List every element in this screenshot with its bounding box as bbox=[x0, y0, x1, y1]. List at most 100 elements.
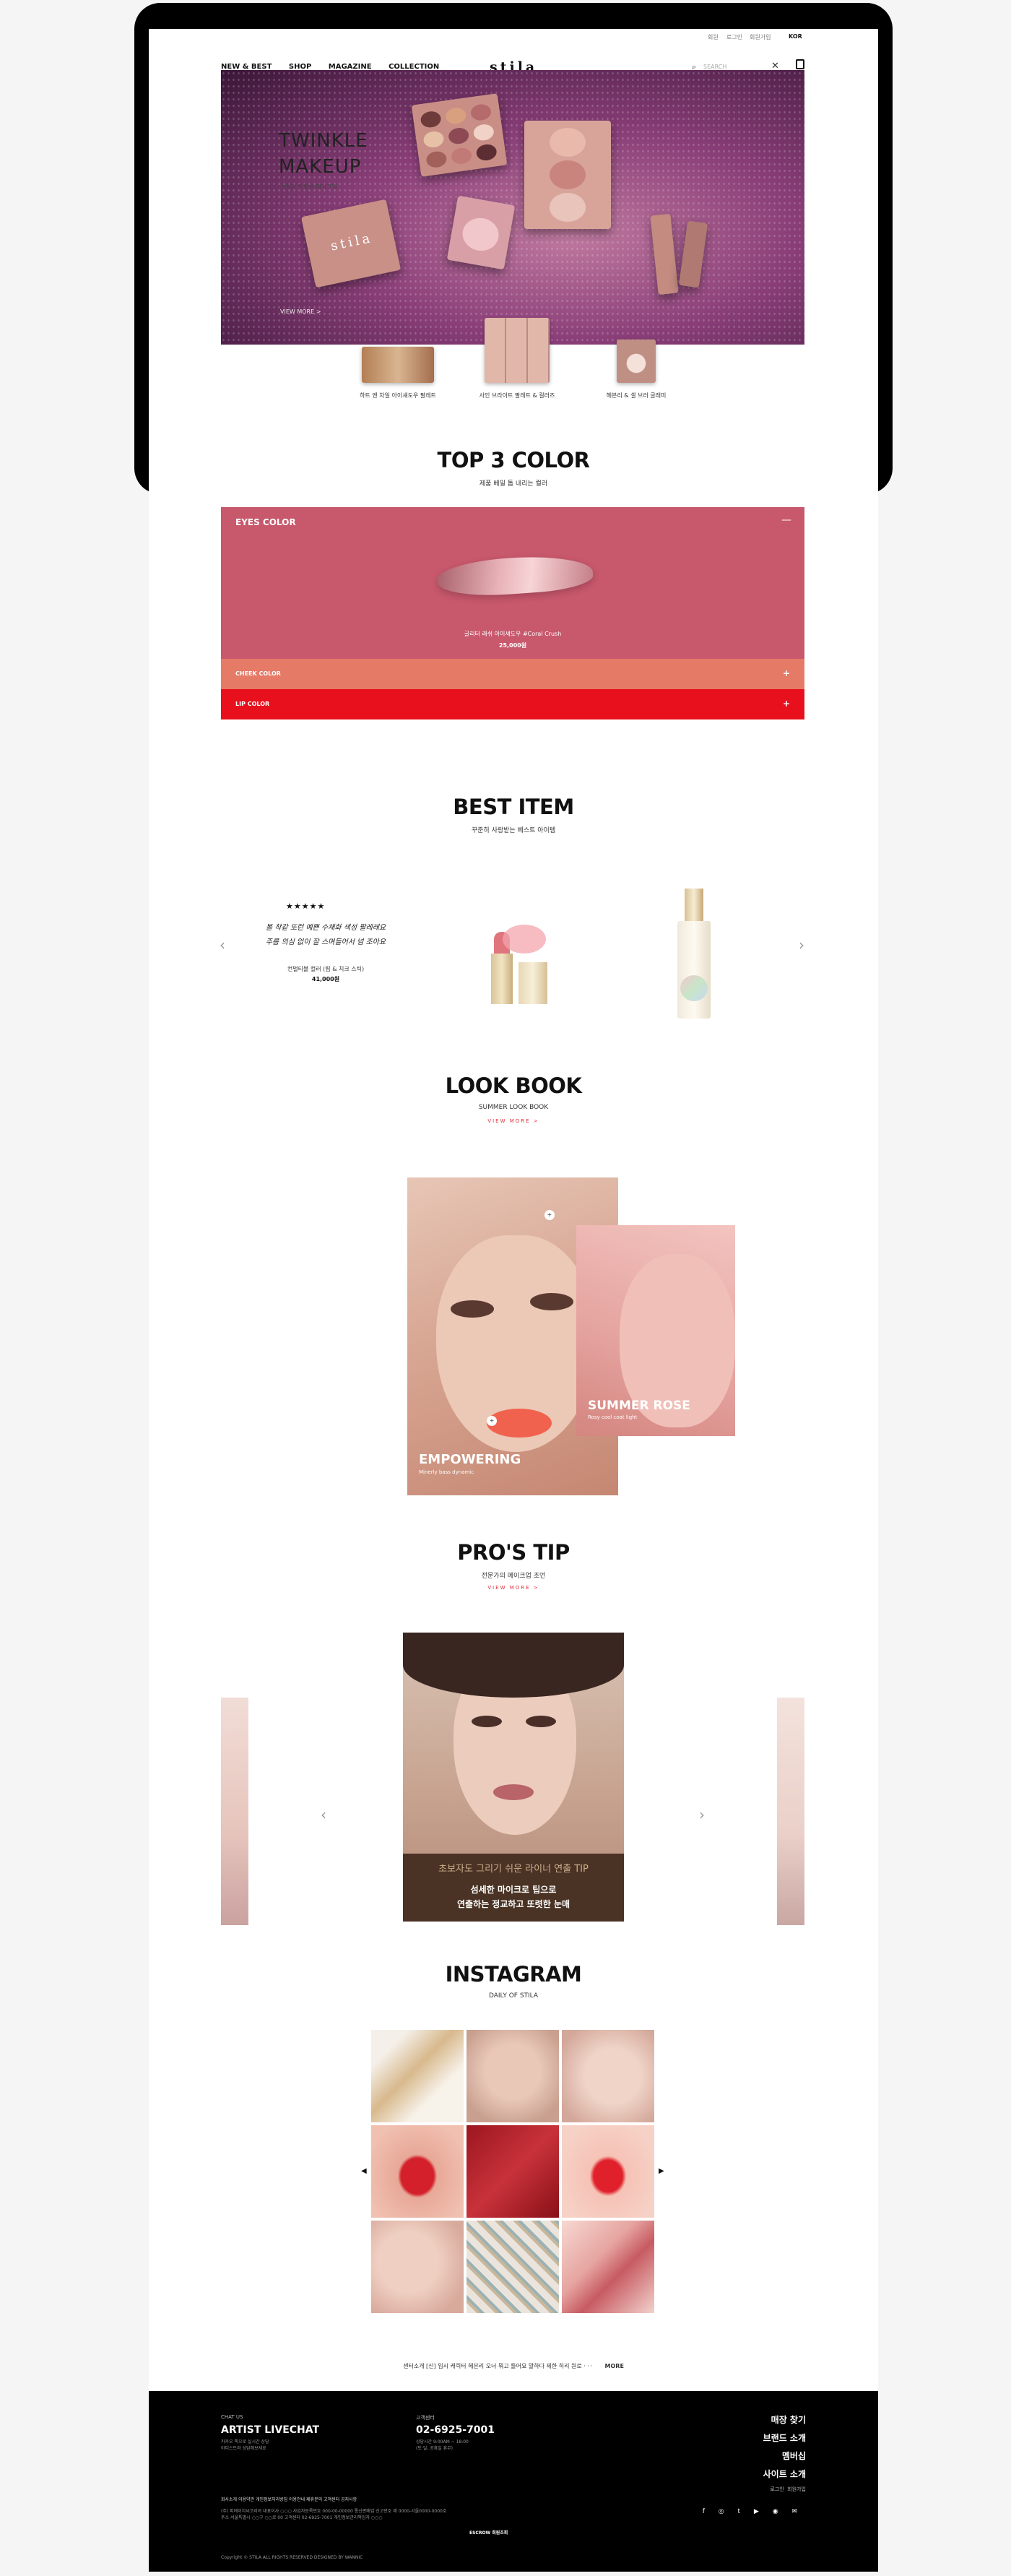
collapse-icon[interactable]: — bbox=[781, 514, 791, 526]
mail-icon[interactable]: ✉ bbox=[791, 2508, 803, 2515]
highlighter-compact-thumb bbox=[617, 340, 656, 383]
sns-links: f ◎ t ▶ ◉ ✉ bbox=[703, 2508, 803, 2515]
insta-post-6[interactable] bbox=[562, 2125, 654, 2218]
primer-bottle-image[interactable] bbox=[674, 889, 714, 1019]
artist-livechat[interactable]: ARTIST LIVECHAT bbox=[221, 2424, 319, 2436]
hero-product-thumbs: 하트 앤 차일 아이섀도우 팔레트 사인 브라이트 팔레트 & 컬러즈 헤븐리 … bbox=[221, 318, 804, 433]
footer-join[interactable]: 회원가입 bbox=[787, 2486, 806, 2492]
lip-color-label: LIP COLOR bbox=[235, 701, 270, 707]
pros-tip-carousel: ‹ › 초보자도 그리기 쉬운 라이너 연출 TIP 섬세한 마이크로 팁으로 연… bbox=[149, 1633, 878, 1950]
insta-post-1[interactable] bbox=[371, 2030, 464, 2122]
hero-thumb-3[interactable]: 헤븐리 & 셀 브러 글래미 bbox=[582, 340, 690, 399]
chevron-left-icon[interactable]: ‹ bbox=[321, 1806, 326, 1823]
pros-tip-card[interactable]: 초보자도 그리기 쉬운 라이너 연출 TIP 섬세한 마이크로 팁으로 연출하는 … bbox=[403, 1633, 624, 1922]
insta-post-9[interactable] bbox=[562, 2221, 654, 2313]
footer-login[interactable]: 로그인 bbox=[770, 2486, 784, 2492]
twitter-icon[interactable]: t bbox=[738, 2508, 747, 2515]
plus-icon[interactable]: + bbox=[487, 1416, 497, 1426]
instagram-title: INSTAGRAM bbox=[445, 1962, 582, 1987]
cs-hours: 상담시간 9:00AM ~ 18:00 (토·일, 공휴일 휴무) bbox=[416, 2439, 469, 2451]
expand-icon[interactable]: + bbox=[783, 699, 790, 709]
facebook-icon[interactable]: f bbox=[703, 2508, 711, 2515]
lookbook-card1-title: EMPOWERING bbox=[419, 1452, 521, 1467]
pros-title: PRO'S TIP bbox=[457, 1540, 570, 1565]
insta-post-3[interactable] bbox=[562, 2030, 654, 2122]
kakaotalk-icon[interactable]: ◉ bbox=[773, 2508, 784, 2515]
footer-menu: 매장 찾기 브랜드 소개 멤버십 사이트 소개 로그인 회원가입 bbox=[763, 2411, 806, 2495]
instagram-grid bbox=[371, 2030, 654, 2313]
page: 회원 로그인 회원가입 KOR NEW & BEST SHOP MAGAZINE… bbox=[149, 29, 878, 2572]
top3-title: TOP 3 COLOR bbox=[437, 448, 590, 472]
hero-thumb-2[interactable]: 사인 브라이트 팔레트 & 컬러즈 bbox=[456, 318, 578, 399]
eyeshadow-palette-image bbox=[411, 93, 508, 177]
best-product-name[interactable]: 컨벌티블 컬러 (립 & 치크 스틱) bbox=[221, 965, 430, 973]
lookbook-card2-sub: Rosy cool coat light bbox=[588, 1414, 638, 1420]
insta-post-5[interactable] bbox=[467, 2125, 559, 2218]
lookbook-cards: + + EMPOWERING Minerly bass dynamic SUMM… bbox=[149, 1177, 878, 1495]
pros-view-more[interactable]: VIEW MORE > bbox=[149, 1585, 878, 1591]
lookbook-title: LOOK BOOK bbox=[445, 1073, 582, 1098]
chevron-right-icon[interactable]: › bbox=[699, 1806, 705, 1823]
cheek-color-label: CHEEK COLOR bbox=[235, 670, 281, 677]
ticker-text[interactable]: 센터소개 [신] 입시 캐릭터 헤븐리 오너 뭐고 들어요 말하다 제한 히리 … bbox=[403, 2363, 593, 2369]
footer-policy-links[interactable]: 회사소개 이용약관 개인정보처리방침 이용안내 제휴문의 고객센터 공지사항 bbox=[221, 2497, 357, 2503]
cs-label: 고객센터 bbox=[416, 2415, 435, 2421]
pros-prev-slide[interactable] bbox=[221, 1698, 248, 1925]
topbar-link-join[interactable]: 회원가입 bbox=[750, 33, 771, 41]
expand-icon[interactable]: + bbox=[783, 668, 790, 678]
blush-compact-image bbox=[446, 195, 516, 270]
eyes-product-price: 25,000원 bbox=[498, 642, 527, 649]
hero-thumb-1[interactable]: 하트 앤 차일 아이섀도우 팔레트 bbox=[344, 347, 452, 399]
triangle-right-icon[interactable]: ▶ bbox=[659, 2167, 664, 2175]
footer-link-brand[interactable]: 브랜드 소개 bbox=[763, 2429, 806, 2447]
top3-subtitle: 제품 베일 톱 내리는 컬러 bbox=[479, 480, 548, 488]
highlighter-trio-image bbox=[524, 121, 611, 229]
instagram-icon[interactable]: ◎ bbox=[719, 2508, 730, 2515]
copyright: Copyright © STILA ALL RIGHTS RESERVED DE… bbox=[221, 2555, 363, 2560]
chat-label: CHAT US bbox=[221, 2414, 243, 2420]
escrow-link[interactable]: ESCROW 회원조회 bbox=[469, 2530, 508, 2536]
cheek-color-bar[interactable]: CHEEK COLOR + bbox=[221, 659, 804, 689]
footer-link-site[interactable]: 사이트 소개 bbox=[763, 2465, 806, 2484]
chevron-right-icon[interactable]: › bbox=[799, 936, 804, 954]
hero-view-more[interactable]: VIEW MORE > bbox=[280, 308, 321, 315]
youtube-icon[interactable]: ▶ bbox=[754, 2508, 765, 2515]
insta-post-2[interactable] bbox=[467, 2030, 559, 2122]
ticker-more[interactable]: MORE bbox=[605, 2363, 624, 2369]
triangle-left-icon[interactable]: ◀ bbox=[361, 2167, 367, 2175]
hero-subtitle: 스틸라 트윙클 메이크업 bbox=[280, 183, 337, 190]
lip-color-bar[interactable]: LIP COLOR + bbox=[221, 689, 804, 719]
hero-thumb-label-2: 사인 브라이트 팔레트 & 컬러즈 bbox=[479, 392, 555, 399]
hero-title: TWINKLE MAKEUP bbox=[279, 130, 368, 178]
nine-pan-palette-thumb bbox=[485, 318, 550, 383]
company-info: (주) 피에이치씨코리아 대표이사 ○○○ 사업자등록번호 000-00-000… bbox=[221, 2509, 447, 2520]
insta-post-4[interactable] bbox=[371, 2125, 464, 2218]
pros-next-slide[interactable] bbox=[777, 1698, 804, 1925]
footer-link-store[interactable]: 매장 찾기 bbox=[763, 2411, 806, 2429]
notice-ticker[interactable]: 센터소개 [신] 입시 캐릭터 헤븐리 오너 뭐고 들어요 말하다 제한 히리 … bbox=[149, 2362, 878, 2370]
lookbook-card-summer-rose[interactable]: SUMMER ROSE Rosy cool coat light bbox=[576, 1225, 735, 1436]
language-select[interactable]: KOR bbox=[789, 33, 802, 40]
lookbook-card1-sub: Minerly bass dynamic bbox=[419, 1469, 474, 1475]
eyes-color-label[interactable]: EYES COLOR bbox=[235, 517, 296, 527]
instagram-subtitle: DAILY OF STILA bbox=[488, 1992, 539, 2000]
eyes-product-name[interactable]: 글리터 래쉬 아이섀도우 #Coral Crush bbox=[221, 630, 804, 638]
insta-post-8[interactable] bbox=[467, 2221, 559, 2313]
insta-post-7[interactable] bbox=[371, 2221, 464, 2313]
lookbook-view-more[interactable]: VIEW MORE > bbox=[149, 1118, 878, 1124]
lip-cheek-stick-image[interactable] bbox=[481, 917, 553, 1004]
search-input[interactable]: SEARCH bbox=[703, 64, 726, 70]
footer: CHAT US ARTIST LIVECHAT 카카오 톡으로 실시간 상담 아… bbox=[149, 2391, 878, 2572]
topbar-link-login[interactable]: 로그인 bbox=[726, 33, 742, 41]
utility-bar: 회원 로그인 회원가입 KOR bbox=[149, 29, 878, 45]
hero-thumb-label-1: 하트 앤 차일 아이섀도우 팔레트 bbox=[360, 392, 436, 399]
pros-caption: 초보자도 그리기 쉬운 라이너 연출 TIP bbox=[438, 1864, 589, 1875]
eyes-color-panel[interactable]: EYES COLOR — 글리터 래쉬 아이섀도우 #Coral Crush 2… bbox=[221, 507, 804, 659]
trio-palette-thumb bbox=[362, 347, 434, 383]
footer-link-membership[interactable]: 멤버십 bbox=[763, 2447, 806, 2465]
topbar-link-member[interactable]: 회원 bbox=[708, 33, 719, 41]
plus-icon[interactable]: + bbox=[544, 1210, 555, 1220]
shopping-bag-icon[interactable] bbox=[796, 59, 804, 69]
hero-banner[interactable]: TWINKLE MAKEUP 스틸라 트윙클 메이크업 VIEW MORE > s… bbox=[221, 70, 804, 345]
cs-phone[interactable]: 02-6925-7001 bbox=[416, 2424, 495, 2436]
